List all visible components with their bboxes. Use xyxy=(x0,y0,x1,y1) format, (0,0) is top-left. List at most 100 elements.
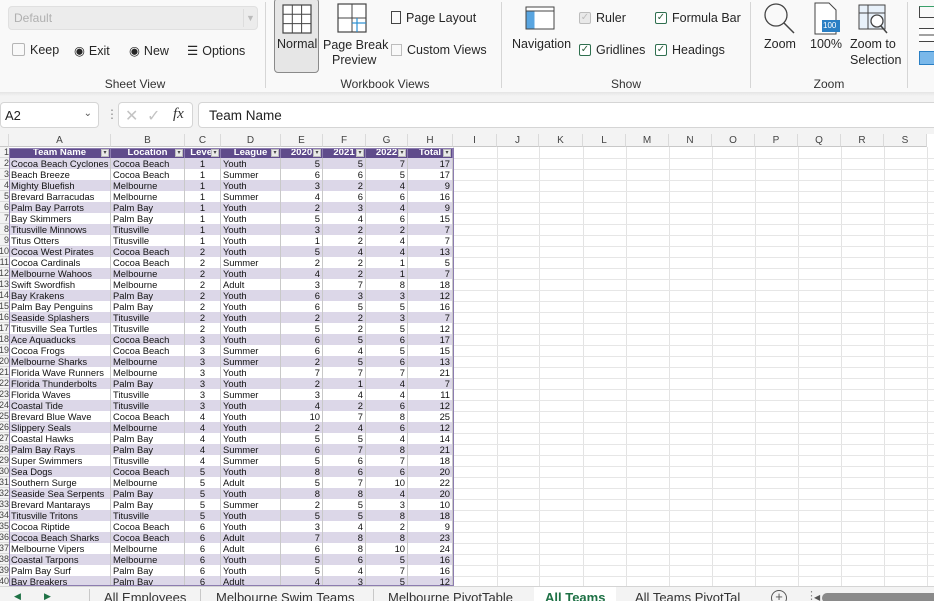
table-cell[interactable]: 23 xyxy=(408,532,453,543)
row-header[interactable]: 13 xyxy=(0,279,9,290)
table-cell[interactable]: 12 xyxy=(408,400,453,411)
table-cell[interactable]: 9 xyxy=(408,521,453,532)
table-cell[interactable]: 6 xyxy=(185,532,221,543)
table-header-cell[interactable]: Level ▾ xyxy=(185,148,221,158)
formula-bar-checkbox[interactable]: ✓ xyxy=(655,12,667,24)
table-cell[interactable]: Youth xyxy=(221,554,281,565)
table-cell[interactable]: 4 xyxy=(185,433,221,444)
table-cell[interactable]: Brevard Blue Wave xyxy=(9,411,111,422)
table-cell[interactable]: 5 xyxy=(281,565,323,576)
column-header-o[interactable]: O xyxy=(712,134,755,147)
table-cell[interactable]: Melbourne xyxy=(111,554,185,565)
table-cell[interactable]: 5 xyxy=(323,433,366,444)
table-header-cell[interactable]: 2022 ▾ xyxy=(366,148,408,158)
table-cell[interactable]: 6 xyxy=(323,554,366,565)
table-cell[interactable]: 12 xyxy=(408,422,453,433)
table-cell[interactable]: Cocoa Cardinals xyxy=(9,257,111,268)
gridlines-checkbox[interactable]: ✓ xyxy=(579,44,591,56)
table-cell[interactable]: Seaside Splashers xyxy=(9,312,111,323)
table-cell[interactable]: 2 xyxy=(281,499,323,510)
table-cell[interactable]: 4 xyxy=(366,202,408,213)
table-cell[interactable]: 5 xyxy=(281,213,323,224)
table-cell[interactable]: 2 xyxy=(323,235,366,246)
table-cell[interactable]: 4 xyxy=(366,378,408,389)
table-cell[interactable]: Slippery Seals xyxy=(9,422,111,433)
table-cell[interactable]: 1 xyxy=(185,235,221,246)
table-cell[interactable]: Summer xyxy=(221,191,281,202)
row-header[interactable]: 6 xyxy=(0,202,9,213)
table-cell[interactable]: 2 xyxy=(185,279,221,290)
table-cell[interactable]: 7 xyxy=(323,477,366,488)
table-cell[interactable]: 6 xyxy=(281,290,323,301)
table-cell[interactable]: 5 xyxy=(281,510,323,521)
more-options-icon[interactable]: ⋮ xyxy=(106,107,118,121)
table-cell[interactable]: 11 xyxy=(408,389,453,400)
table-cell[interactable]: 3 xyxy=(185,334,221,345)
table-cell[interactable]: Youth xyxy=(221,323,281,334)
table-cell[interactable]: 5 xyxy=(366,301,408,312)
table-cell[interactable]: 3 xyxy=(185,400,221,411)
table-cell[interactable]: 6 xyxy=(366,400,408,411)
row-header[interactable]: 14 xyxy=(0,290,9,301)
table-cell[interactable]: 8 xyxy=(281,466,323,477)
table-cell[interactable]: 1 xyxy=(185,202,221,213)
table-cell[interactable]: 17 xyxy=(408,334,453,345)
table-cell[interactable]: 5 xyxy=(281,433,323,444)
table-cell[interactable]: Youth xyxy=(221,334,281,345)
table-cell[interactable]: Adult xyxy=(221,576,281,586)
page-layout-button[interactable]: Page Layout xyxy=(391,11,476,25)
table-cell[interactable]: 20 xyxy=(408,488,453,499)
table-cell[interactable]: 3 xyxy=(185,378,221,389)
select-all-corner[interactable] xyxy=(0,134,9,147)
table-cell[interactable]: Bay Skimmers xyxy=(9,213,111,224)
table-cell[interactable]: 7 xyxy=(408,268,453,279)
table-cell[interactable]: Adult xyxy=(221,477,281,488)
table-cell[interactable]: 14 xyxy=(408,433,453,444)
tab-melbourne-pivottable[interactable]: Melbourne PivotTable xyxy=(388,587,513,601)
table-cell[interactable]: 5 xyxy=(323,510,366,521)
table-cell[interactable]: Melbourne Sharks xyxy=(9,356,111,367)
table-cell[interactable]: 2 xyxy=(185,257,221,268)
row-header[interactable]: 1 xyxy=(0,147,9,158)
table-cell[interactable]: Palm Bay xyxy=(111,433,185,444)
table-cell[interactable]: Florida Thunderbolts xyxy=(9,378,111,389)
table-cell[interactable]: 5 xyxy=(281,246,323,257)
row-header[interactable]: 38 xyxy=(0,554,9,565)
table-cell[interactable]: 5 xyxy=(323,301,366,312)
table-cell[interactable]: Adult xyxy=(221,279,281,290)
table-cell[interactable]: 1 xyxy=(185,191,221,202)
column-header-p[interactable]: P xyxy=(755,134,798,147)
table-cell[interactable]: Palm Bay xyxy=(111,378,185,389)
scroll-right-tab-icon[interactable]: ▶ xyxy=(44,591,51,601)
tab-all-teams[interactable]: All Teams xyxy=(534,587,617,601)
table-cell[interactable]: Titusville xyxy=(111,455,185,466)
table-cell[interactable]: 9 xyxy=(408,180,453,191)
table-cell[interactable]: 4 xyxy=(185,444,221,455)
table-cell[interactable]: 7 xyxy=(408,235,453,246)
row-header[interactable]: 23 xyxy=(0,389,9,400)
insert-function-icon[interactable]: fx xyxy=(173,106,184,123)
table-cell[interactable]: Youth xyxy=(221,268,281,279)
table-cell[interactable]: 5 xyxy=(185,499,221,510)
table-cell[interactable]: 4 xyxy=(366,488,408,499)
table-header-cell[interactable]: Team Name ▾ xyxy=(9,148,111,158)
table-cell[interactable]: 5 xyxy=(408,257,453,268)
keep-button[interactable]: Keep xyxy=(12,43,59,57)
table-cell[interactable]: Beach Breeze xyxy=(9,169,111,180)
table-cell[interactable]: 6 xyxy=(366,422,408,433)
table-cell[interactable]: 6 xyxy=(366,334,408,345)
table-cell[interactable]: 3 xyxy=(185,389,221,400)
scroll-left-icon[interactable]: ◀ xyxy=(814,593,820,601)
table-cell[interactable]: Titusville Minnows xyxy=(9,224,111,235)
table-cell[interactable]: Southern Surge xyxy=(9,477,111,488)
table-cell[interactable]: 6 xyxy=(366,213,408,224)
table-cell[interactable]: 6 xyxy=(281,444,323,455)
table-cell[interactable]: 6 xyxy=(185,565,221,576)
formula-input[interactable]: Team Name xyxy=(198,102,934,128)
row-header[interactable]: 24 xyxy=(0,400,9,411)
table-cell[interactable]: Cocoa Frogs xyxy=(9,345,111,356)
tab-all-teams-pivottable[interactable]: All Teams PivotTal xyxy=(635,587,740,601)
row-header[interactable]: 7 xyxy=(0,213,9,224)
table-cell[interactable]: Youth xyxy=(221,378,281,389)
table-cell[interactable]: Summer xyxy=(221,257,281,268)
